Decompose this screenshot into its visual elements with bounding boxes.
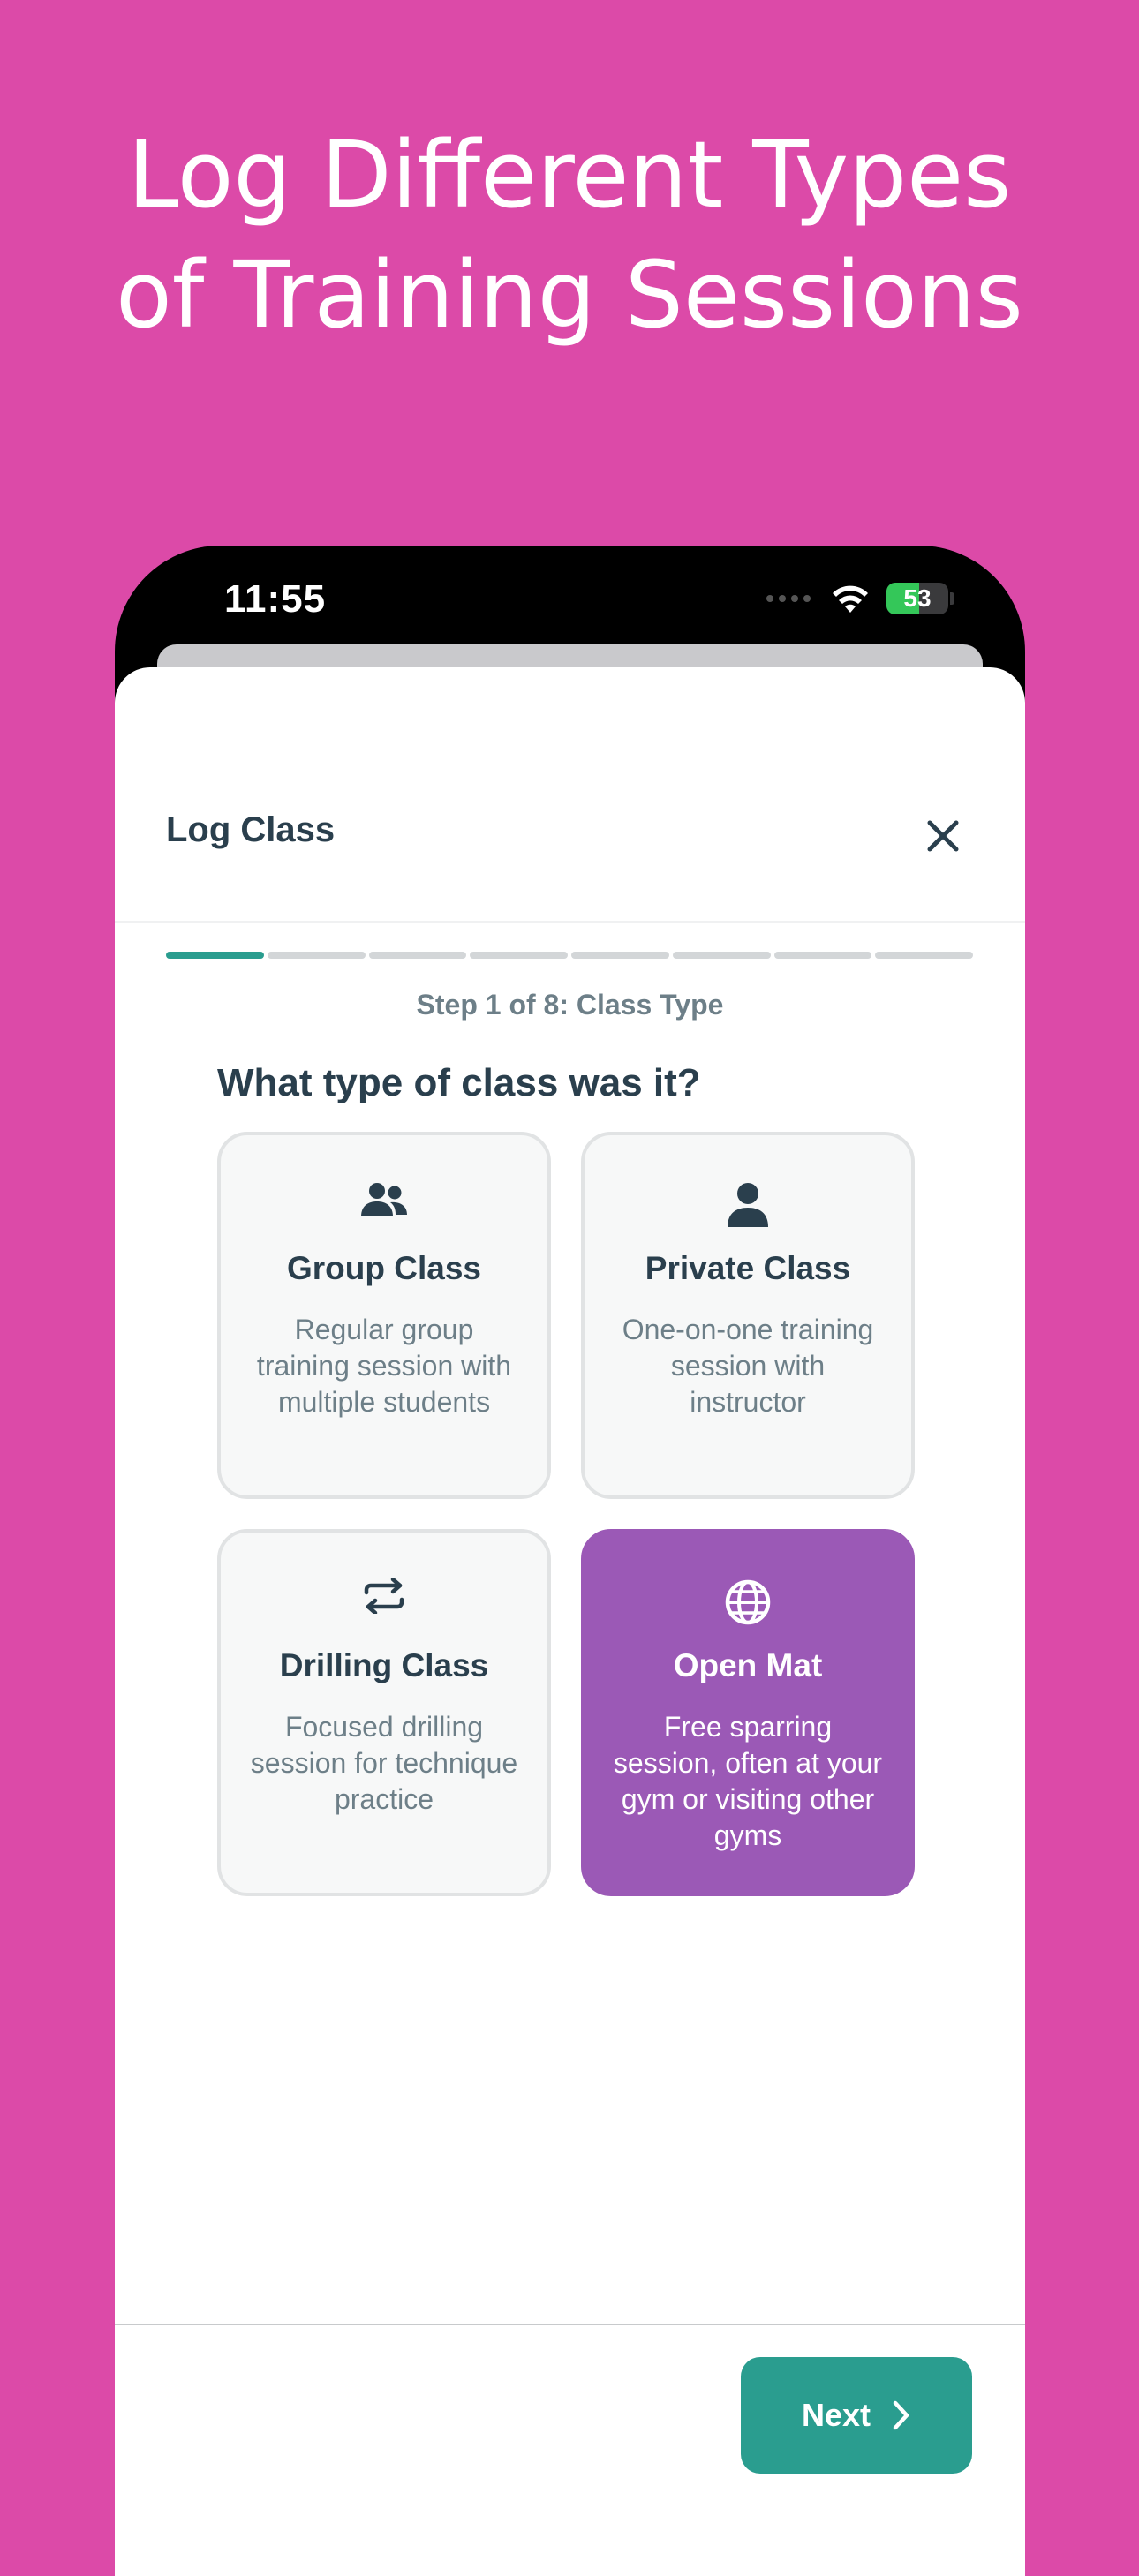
footer-divider xyxy=(115,2324,1025,2325)
option-name: Drilling Class xyxy=(279,1647,489,1683)
progress-segment xyxy=(571,952,669,959)
cellular-signal-icon xyxy=(766,595,811,602)
battery-tip xyxy=(950,592,954,605)
question-heading: What type of class was it? xyxy=(217,1061,701,1104)
promo-headline-line-1: Log Different Types xyxy=(127,121,1012,229)
sheet-header: Log Class xyxy=(115,667,1025,923)
close-button[interactable] xyxy=(923,816,963,856)
progress-segment xyxy=(672,952,771,959)
status-indicators: 53 xyxy=(766,581,954,616)
wifi-icon xyxy=(833,585,868,613)
group-icon xyxy=(221,1181,547,1231)
option-card-group-class[interactable]: Group Class Regular group training sessi… xyxy=(217,1132,551,1499)
progress-segment xyxy=(773,952,872,959)
log-class-sheet: Log Class Step 1 of 8: Class Type What t… xyxy=(115,667,1025,2576)
sheet-title: Log Class xyxy=(166,810,336,849)
battery-percent: 53 xyxy=(903,584,932,612)
phone-frame: 11:55 53 Log Class Step 1 of 8: Class Ty… xyxy=(115,546,1025,2576)
battery-icon: 53 xyxy=(886,583,948,614)
step-label: Step 1 of 8: Class Type xyxy=(416,989,724,1021)
progress-segment xyxy=(267,952,366,959)
option-name: Group Class xyxy=(287,1250,481,1286)
repeat-icon xyxy=(221,1578,547,1628)
option-name: Open Mat xyxy=(673,1647,823,1683)
step-progress-bar xyxy=(166,952,973,959)
status-time: 11:55 xyxy=(224,577,327,621)
globe-icon xyxy=(585,1578,911,1628)
next-button-label: Next xyxy=(801,2397,871,2433)
progress-segment xyxy=(166,952,264,959)
next-button[interactable]: Next xyxy=(741,2357,972,2474)
promo-headline: Log Different Types of Training Sessions xyxy=(0,115,1139,355)
option-description: Focused drilling session for technique p… xyxy=(250,1711,518,1815)
option-name: Private Class xyxy=(645,1250,851,1286)
promo-headline-line-2: of Training Sessions xyxy=(116,241,1023,349)
progress-segment xyxy=(368,952,467,959)
progress-segment xyxy=(470,952,568,959)
option-card-drilling-class[interactable]: Drilling Class Focused drilling session … xyxy=(217,1529,551,1896)
person-icon xyxy=(585,1181,911,1231)
chevron-right-icon xyxy=(893,2400,909,2430)
option-card-private-class[interactable]: Private Class One-on-one training sessio… xyxy=(581,1132,915,1499)
option-description: One-on-one training session with instruc… xyxy=(622,1314,874,1418)
progress-segment xyxy=(875,952,973,959)
option-description: Regular group training session with mult… xyxy=(256,1314,512,1418)
option-card-open-mat[interactable]: Open Mat Free sparring session, often at… xyxy=(581,1529,915,1896)
option-description: Free sparring session, often at your gym… xyxy=(613,1711,883,1851)
